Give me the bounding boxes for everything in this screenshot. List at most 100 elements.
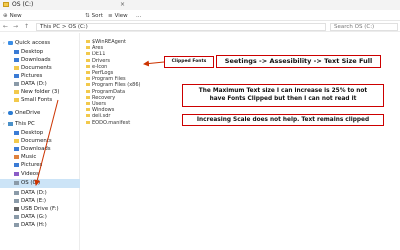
tab-os-c[interactable]: OS (C:) bbox=[12, 0, 33, 10]
nav-item[interactable]: DATA (H:) bbox=[0, 221, 80, 230]
nav-item[interactable]: › This PC bbox=[0, 120, 80, 129]
file-name: e-Icon bbox=[92, 63, 108, 70]
annotation-clipped-fonts: Clipped Fonts bbox=[164, 56, 214, 68]
video-icon bbox=[14, 171, 19, 176]
star-icon bbox=[8, 40, 13, 45]
drive-icon bbox=[14, 180, 19, 185]
drive-icon bbox=[14, 81, 19, 86]
file-explorer-window: OS (C:) × ⊕ New ⇅ Sort ≡ View ... ← → ↑ Thi… bbox=[0, 0, 400, 250]
file-list-item[interactable]: Recovery bbox=[86, 95, 172, 101]
nav-item-label: USB Drive (F:) bbox=[21, 206, 59, 212]
folder-icon bbox=[86, 71, 90, 74]
new-label: New bbox=[9, 13, 22, 19]
file-name: dell.sdr bbox=[92, 113, 111, 120]
view-label: View bbox=[114, 13, 128, 19]
annotation-max-line1: The Maximum Text size I can increase is … bbox=[198, 88, 368, 94]
forward-icon[interactable]: → bbox=[13, 22, 18, 32]
nav-item-label: Pictures bbox=[21, 162, 43, 168]
folder-icon bbox=[3, 2, 9, 7]
nav-item-label: Pictures bbox=[21, 73, 43, 79]
nav-item[interactable]: Videos bbox=[0, 170, 80, 179]
nav-item-label: Documents bbox=[21, 65, 52, 71]
view-icon: ≡ bbox=[108, 13, 113, 19]
nav-item[interactable]: › OneDrive bbox=[0, 109, 80, 118]
nav-item[interactable]: › Quick access bbox=[0, 39, 80, 48]
folder-icon bbox=[86, 77, 90, 81]
file-list-item[interactable]: e-Icon bbox=[86, 64, 172, 70]
nav-item[interactable]: OS (C:) bbox=[0, 179, 80, 188]
file-list-item[interactable]: DE11 bbox=[86, 51, 172, 57]
sort-button[interactable]: ⇅ Sort bbox=[85, 11, 103, 21]
nav-item-label: DATA (D:) bbox=[21, 190, 47, 196]
file-list-item[interactable]: Drivers bbox=[86, 58, 172, 64]
file-list-item[interactable]: dell.sdr bbox=[86, 113, 172, 119]
nav-item-label: Downloads bbox=[21, 57, 51, 63]
file-list: $WinREAgent Ares DE11 Drivers e-Icon PerfLogs… bbox=[86, 33, 176, 143]
nav-item[interactable]: Small Fonts bbox=[0, 96, 80, 105]
file-name: Program Files bbox=[92, 76, 126, 83]
annotation-settings: Seetings -> Assesibility -> Text Size Fu… bbox=[216, 55, 381, 68]
file-list-item[interactable]: Ares bbox=[86, 45, 172, 51]
sort-label: Sort bbox=[91, 13, 103, 19]
folder-icon bbox=[86, 64, 90, 68]
file-name: EODO.manifest bbox=[92, 119, 131, 126]
close-tab-icon[interactable]: × bbox=[120, 0, 125, 10]
annotation-max-text-size: The Maximum Text size I can increase is … bbox=[182, 84, 384, 107]
nav-item-label: Small Fonts bbox=[21, 97, 53, 103]
folder-icon bbox=[86, 58, 90, 62]
nav-item-label: New folder (3) bbox=[21, 89, 60, 95]
folder-icon bbox=[14, 97, 19, 102]
folder-icon bbox=[86, 114, 90, 118]
file-name: Program Files (x86) bbox=[92, 82, 141, 89]
file-list-item[interactable]: EODO.manifest bbox=[86, 120, 172, 126]
usb-icon bbox=[14, 206, 19, 211]
file-list-item[interactable]: Program Files bbox=[86, 76, 172, 82]
nav-item-label: OneDrive bbox=[15, 110, 41, 116]
blue-icon bbox=[14, 146, 19, 151]
drive-icon bbox=[14, 214, 19, 219]
folder-icon bbox=[86, 46, 90, 50]
file-list-item[interactable]: Program Files (x86) bbox=[86, 82, 172, 88]
folder-icon bbox=[86, 95, 90, 99]
folder-icon bbox=[86, 40, 90, 43]
file-list-item[interactable]: Windows bbox=[86, 107, 172, 113]
file-list-item[interactable]: PerfLogs bbox=[86, 70, 172, 76]
folder-icon bbox=[14, 89, 19, 94]
annotation-scale: Increasing Scale does not help. Text rem… bbox=[182, 114, 384, 126]
cloud-icon bbox=[8, 110, 13, 115]
blue-icon bbox=[14, 73, 19, 78]
nav-item[interactable]: Pictures bbox=[0, 161, 80, 170]
more-button[interactable]: ... bbox=[136, 11, 141, 21]
plus-icon: ⊕ bbox=[3, 13, 8, 19]
title-bar: OS (C:) × bbox=[0, 0, 400, 10]
file-name: Windows bbox=[92, 107, 115, 114]
blue-icon bbox=[14, 49, 19, 54]
pc-icon bbox=[8, 121, 13, 126]
search-input[interactable]: Search OS (C:) bbox=[330, 23, 398, 31]
nav-item-label: Desktop bbox=[21, 49, 44, 55]
address-bar[interactable]: This PC > OS (C:) bbox=[36, 23, 326, 31]
blue-icon bbox=[14, 130, 19, 135]
folder-icon bbox=[14, 65, 19, 70]
file-list-item[interactable]: Users bbox=[86, 101, 172, 107]
nav-item-label: Downloads bbox=[21, 146, 51, 152]
view-button[interactable]: ≡ View bbox=[108, 11, 128, 21]
annotation-max-line2: have Fonts Clipped but then I can not re… bbox=[209, 95, 357, 102]
file-list-item[interactable]: $WinREAgent bbox=[86, 39, 172, 45]
folder-icon bbox=[86, 83, 90, 87]
new-button[interactable]: ⊕ New bbox=[3, 11, 22, 21]
folder-icon bbox=[86, 108, 90, 112]
up-icon[interactable]: ↑ bbox=[24, 22, 29, 32]
folder-icon bbox=[86, 89, 90, 93]
drive-icon bbox=[14, 222, 19, 227]
sort-icon: ⇅ bbox=[85, 13, 90, 19]
nav-item-label: Quick access bbox=[15, 40, 51, 46]
nav-item-label: DATA (E:) bbox=[21, 198, 47, 204]
file-name: $WinREAgent bbox=[92, 39, 127, 45]
folder-icon bbox=[86, 120, 90, 124]
file-list-item[interactable]: ProgramData bbox=[86, 89, 172, 95]
nav-item-label: OS (C:) bbox=[21, 180, 41, 186]
address-row: ← → ↑ This PC > OS (C:) Search OS (C:) bbox=[0, 22, 400, 32]
back-icon[interactable]: ← bbox=[3, 22, 8, 32]
nav-item-label: DATA (H:) bbox=[21, 222, 47, 228]
